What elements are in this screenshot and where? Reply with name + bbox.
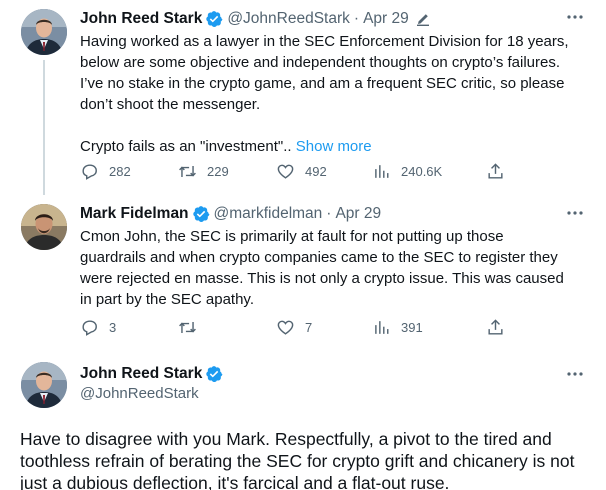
- verified-badge-icon: [192, 206, 209, 223]
- author-handle[interactable]: @JohnReedStark: [227, 10, 350, 28]
- heart-icon: [277, 164, 294, 179]
- share-icon: [488, 163, 503, 179]
- more-icon[interactable]: [566, 367, 584, 381]
- view-count: 240.6K: [401, 164, 443, 179]
- like-count: 492: [305, 164, 327, 179]
- main-tweet-john-reed-stark: John Reed Stark @JohnReedStark Have to d…: [0, 350, 606, 490]
- main-tweet-text: Have to disagree with you Mark. Respectf…: [20, 428, 600, 490]
- edited-pencil-icon[interactable]: [415, 11, 431, 27]
- tweet-john-reed-stark[interactable]: John Reed Stark @JohnReedStark · Apr 29 …: [0, 0, 606, 200]
- author-name[interactable]: John Reed Stark: [80, 10, 202, 28]
- views-button[interactable]: 240.6K: [372, 162, 442, 181]
- tweet-text: Having worked as a lawyer in the SEC Enf…: [80, 31, 590, 157]
- like-button[interactable]: 492: [276, 162, 327, 181]
- tweet-header: John Reed Stark: [80, 363, 227, 385]
- reply-count: 282: [109, 164, 131, 179]
- retweet-count: 229: [207, 164, 229, 179]
- author-handle[interactable]: @JohnReedStark: [80, 385, 199, 402]
- share-button[interactable]: [486, 318, 505, 342]
- more-icon[interactable]: [566, 206, 584, 220]
- more-icon[interactable]: [566, 10, 584, 24]
- tweet-date[interactable]: Apr 29: [363, 10, 409, 28]
- separator-dot: ·: [353, 10, 360, 27]
- tweet-text-line: Cmon John, the SEC is primarily at fault…: [80, 228, 504, 245]
- like-count: 7: [305, 320, 313, 335]
- thread-connector-line: [43, 60, 45, 195]
- views-chart-icon: [375, 165, 389, 178]
- tweet-actions: 282 229 492 240.6K: [80, 162, 520, 184]
- avatar-john-reed-stark[interactable]: [21, 362, 67, 408]
- tweet-text-line: below are some objective and independent…: [80, 54, 561, 71]
- reply-count: 3: [109, 320, 117, 335]
- retweet-icon: [179, 321, 196, 334]
- tweet-mark-fidelman[interactable]: Mark Fidelman @markfidelman · Apr 29 Cmo…: [0, 200, 606, 350]
- tweet-date[interactable]: Apr 29: [335, 205, 381, 223]
- views-button[interactable]: 391: [372, 318, 423, 337]
- tweet-text-line: Have to disagree with you Mark. Respectf…: [20, 429, 552, 449]
- retweet-button[interactable]: [178, 318, 207, 337]
- share-button[interactable]: [486, 162, 505, 186]
- avatar-john-reed-stark[interactable]: [21, 9, 67, 55]
- view-count: 391: [401, 320, 423, 335]
- verified-badge-icon: [206, 366, 223, 383]
- tweet-text-line: I’ve no stake in the crypto game, and am…: [80, 75, 565, 92]
- reply-button[interactable]: 282: [80, 162, 131, 181]
- avatar-mark-fidelman[interactable]: [21, 204, 67, 250]
- tweet-text-line: were rejected en masse. This is not only…: [80, 270, 564, 287]
- reply-icon: [82, 320, 97, 336]
- reply-icon: [82, 164, 97, 180]
- author-name[interactable]: John Reed Stark: [80, 365, 202, 383]
- retweet-button[interactable]: 229: [178, 162, 229, 181]
- retweet-icon: [179, 165, 196, 178]
- like-button[interactable]: 7: [276, 318, 312, 337]
- verified-badge-icon: [206, 11, 223, 28]
- tweet-text-line: don’t shoot the messenger.: [80, 96, 261, 113]
- share-icon: [488, 319, 503, 335]
- tweet-text-line: just a dubious deflection, it's farcical…: [20, 473, 450, 490]
- tweet-text-tail: Crypto fails as an "investment"..: [80, 138, 292, 155]
- tweet-text-line: guardrails and when crypto companies cam…: [80, 249, 558, 266]
- tweet-text-line: Having worked as a lawyer in the SEC Enf…: [80, 33, 569, 50]
- tweet-text-line: toothless refrain of berating the SEC fo…: [20, 451, 575, 471]
- tweet-actions: 3 7 391: [80, 318, 520, 340]
- author-name[interactable]: Mark Fidelman: [80, 205, 189, 223]
- views-chart-icon: [375, 321, 389, 334]
- author-handle[interactable]: @markfidelman: [214, 205, 323, 223]
- tweet-text-line: in part by the SEC apathy.: [80, 291, 254, 308]
- heart-icon: [277, 320, 294, 335]
- tweet-header: John Reed Stark @JohnReedStark · Apr 29: [80, 8, 431, 30]
- tweet-header: Mark Fidelman @markfidelman · Apr 29: [80, 203, 381, 225]
- show-more-link[interactable]: Show more: [296, 138, 372, 155]
- reply-button[interactable]: 3: [80, 318, 116, 337]
- separator-dot: ·: [326, 205, 332, 222]
- tweet-text: Cmon John, the SEC is primarily at fault…: [80, 226, 590, 310]
